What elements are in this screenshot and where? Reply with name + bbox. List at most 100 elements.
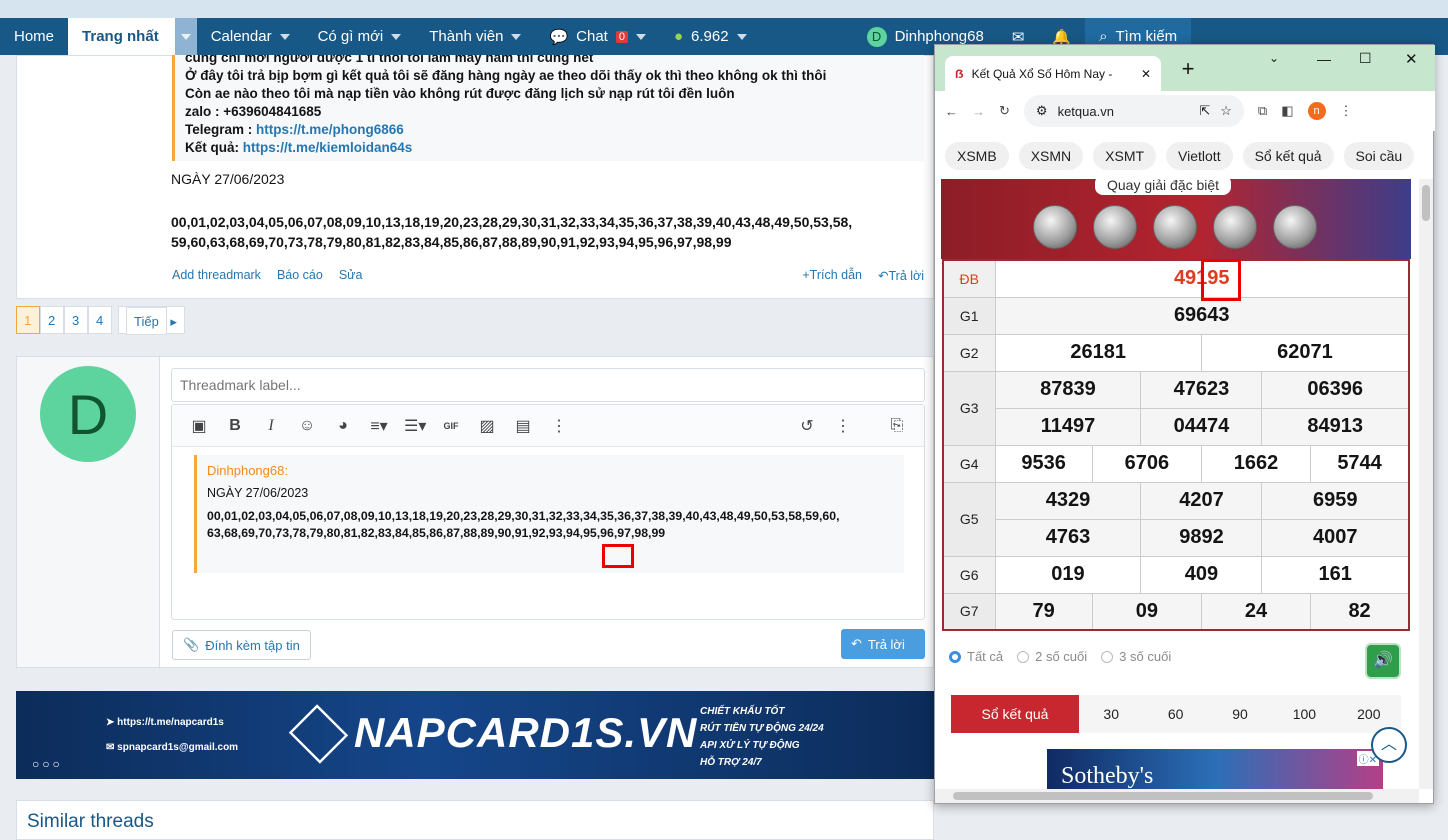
menu-icon[interactable]: ⋮ <box>1340 103 1353 119</box>
so-ket-qua-bar: Sổ kết quả 30 60 90 100 200 <box>951 695 1401 733</box>
new-tab-icon[interactable]: + <box>1175 57 1201 83</box>
telegram-link[interactable]: https://t.me/phong6866 <box>256 122 404 137</box>
bookmark-star-icon[interactable]: ☆ <box>1220 103 1232 119</box>
tab-strip: ẞ Kết Quả Xổ Số Hôm Nay - ✕ + ⌄ — ☐ ✕ <box>935 45 1435 91</box>
profile-avatar[interactable]: n <box>1307 102 1326 120</box>
page-1[interactable]: 1 <box>16 306 40 334</box>
browser-window: ẞ Kết Quả Xổ Số Hôm Nay - ✕ + ⌄ — ☐ ✕ ← … <box>934 44 1435 804</box>
sidepanel-icon[interactable]: ◧ <box>1281 103 1293 119</box>
attach-file-button[interactable]: 📎 Đính kèm tập tin <box>172 630 311 660</box>
nav-thanh-vien[interactable]: Thành viên <box>415 18 535 55</box>
nav-home[interactable]: Home <box>0 18 68 55</box>
count-200[interactable]: 200 <box>1337 706 1401 722</box>
close-window-icon[interactable]: ✕ <box>1405 50 1418 68</box>
count-30[interactable]: 30 <box>1079 706 1143 722</box>
count-60[interactable]: 60 <box>1143 706 1207 722</box>
list-icon[interactable]: ☰▾ <box>404 416 426 436</box>
italic-icon[interactable]: I <box>260 417 282 435</box>
more-vertical-icon[interactable]: ⋮ <box>832 416 854 436</box>
chevron-down-icon <box>511 33 522 40</box>
page-4[interactable]: 4 <box>88 306 112 334</box>
napcard-banner[interactable]: ➤ https://t.me/napcard1s ✉ spnapcard1s@g… <box>16 691 934 779</box>
reply-link[interactable]: ↶Trả lời <box>878 268 924 283</box>
nav-co-gi-moi[interactable]: Có gì mới <box>304 18 416 55</box>
add-threadmark-link[interactable]: Add threadmark <box>172 268 261 283</box>
banner-features: CHIẾT KHẤU TỐT RÚT TIỀN TỰ ĐỘNG 24/24 AP… <box>700 706 824 768</box>
prize-value: 24 <box>1200 592 1312 631</box>
close-tab-icon[interactable]: ✕ <box>1141 67 1151 81</box>
scroll-thumb[interactable] <box>953 792 1373 800</box>
align-icon[interactable]: ≡▾ <box>368 416 390 436</box>
advertisement[interactable]: Sotheby's ⓘ✕ <box>1047 749 1383 793</box>
nav-chat[interactable]: 💬 Chat 0 <box>535 18 660 55</box>
radio-icon <box>1101 651 1114 663</box>
speaker-icon: 🔊 <box>1373 652 1393 669</box>
page-3[interactable]: 3 <box>64 306 88 334</box>
prize-label: G7 <box>942 592 996 631</box>
filter-all[interactable]: Tất cả <box>949 649 1003 664</box>
browser-tab[interactable]: ẞ Kết Quả Xổ Số Hôm Nay - ✕ <box>945 56 1161 91</box>
search-icon: ⌕ <box>1099 28 1108 45</box>
filter-2-digits[interactable]: 2 số cuối <box>1017 649 1087 664</box>
draw-hero: Quay giải đặc biệt <box>941 175 1411 259</box>
minimize-icon[interactable]: — <box>1317 51 1331 67</box>
prize-value: 4207 <box>1140 481 1263 520</box>
count-90[interactable]: 90 <box>1208 706 1272 722</box>
medal-icon: ● <box>673 28 684 45</box>
prize-label: ĐB <box>942 259 996 298</box>
filter-3-digits[interactable]: 3 số cuối <box>1101 649 1171 664</box>
threadmark-input[interactable] <box>171 368 925 402</box>
cat-so-ket-qua[interactable]: Sổ kết quả <box>1242 142 1334 170</box>
cat-xsmb[interactable]: XSMB <box>945 142 1009 170</box>
edit-link[interactable]: Sửa <box>339 268 363 283</box>
emoji-icon[interactable]: ☺ <box>296 417 318 435</box>
scroll-thumb[interactable] <box>1422 185 1430 221</box>
cat-soi-cau[interactable]: Soi cầu <box>1343 142 1415 170</box>
share-icon[interactable]: ⇱ <box>1199 103 1210 119</box>
cat-vietlott[interactable]: Vietlott <box>1166 142 1233 170</box>
vertical-scrollbar[interactable] <box>1419 179 1433 789</box>
page-2[interactable]: 2 <box>40 306 64 334</box>
highlight-box-db <box>1201 259 1241 301</box>
back-icon[interactable]: ← <box>945 104 958 119</box>
quote-button[interactable]: +Trích dẫn <box>802 268 862 283</box>
tab-search-icon[interactable]: ⌄ <box>1269 51 1279 65</box>
nav-points[interactable]: ● 6.962 <box>660 18 761 55</box>
prize-value: 11497 <box>994 407 1142 446</box>
gif-icon[interactable]: GIF <box>440 421 462 431</box>
palette-icon[interactable]: ◕ <box>332 417 354 435</box>
reply-editor[interactable]: ▣ B I ☺ ◕ ≡▾ ☰▾ GIF ▨ ▤ ⋮ ↺ ⋮ ⎘ Dinhphon… <box>171 404 925 620</box>
chevron-down-icon <box>279 33 290 40</box>
bold-icon[interactable]: B <box>224 417 246 435</box>
url-field[interactable]: ⚙ ketqua.vn ⇱ ☆ <box>1023 95 1244 127</box>
next-page-button[interactable]: Tiếp ▸ <box>118 306 185 335</box>
so-ket-qua-button[interactable]: Sổ kết quả <box>951 695 1079 733</box>
prize-label: G5 <box>942 481 996 557</box>
preview-icon[interactable]: ⎘ <box>886 417 908 435</box>
lottery-ball-icon <box>1093 205 1137 249</box>
undo-icon[interactable]: ↺ <box>796 416 818 436</box>
scroll-top-icon[interactable]: ︿ <box>1371 727 1407 763</box>
cat-xsmt[interactable]: XSMT <box>1093 142 1157 170</box>
count-100[interactable]: 100 <box>1272 706 1336 722</box>
cat-xsmn[interactable]: XSMN <box>1018 142 1084 170</box>
nav-trang-nhat[interactable]: Trang nhất <box>68 18 197 55</box>
submit-reply-button[interactable]: ↶ Trả lời <box>841 629 925 659</box>
more-icon[interactable]: ⋮ <box>548 416 570 436</box>
chevron-down-icon[interactable] <box>174 18 197 55</box>
media-icon[interactable]: ▤ <box>512 416 534 436</box>
brand-name: NAPCARD1S.VN <box>354 709 698 756</box>
sound-button[interactable]: 🔊 <box>1365 643 1401 679</box>
maximize-icon[interactable]: ☐ <box>1359 50 1372 67</box>
nav-calendar[interactable]: Calendar <box>197 18 304 55</box>
reload-icon[interactable]: ↻ <box>999 103 1010 119</box>
report-link[interactable]: Báo cáo <box>277 268 323 283</box>
reply-icon: ↶ <box>851 636 862 651</box>
extensions-icon[interactable]: ⧉ <box>1258 103 1267 119</box>
forward-icon[interactable]: → <box>972 104 985 119</box>
horizontal-scrollbar[interactable] <box>935 789 1419 803</box>
prize-value: 82 <box>1310 592 1410 631</box>
ketqua-link[interactable]: https://t.me/kiemloidan64s <box>243 140 413 155</box>
money-icon[interactable]: ▣ <box>188 416 210 436</box>
image-icon[interactable]: ▨ <box>476 416 498 436</box>
